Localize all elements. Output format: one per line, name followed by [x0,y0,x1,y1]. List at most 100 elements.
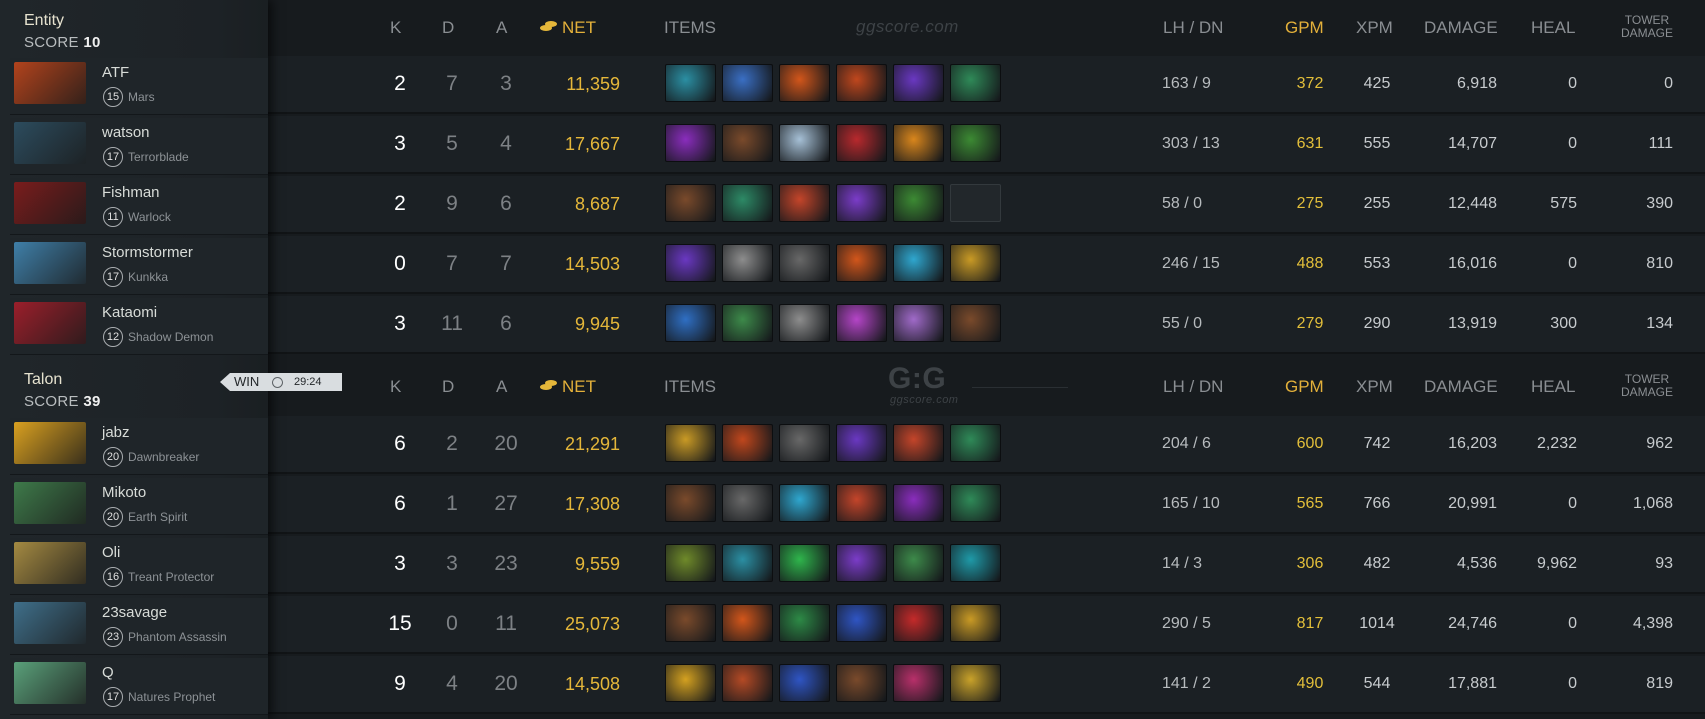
table-row[interactable]: 9 4 20 14,508 141 / 2 490 544 17,881 0 819 [268,656,1705,714]
item-slot[interactable] [893,604,944,642]
item-slot[interactable] [779,544,830,582]
item-slot[interactable] [950,244,1001,282]
item-slot[interactable] [836,664,887,702]
item-slot[interactable] [836,184,887,222]
item-slot[interactable] [722,544,773,582]
item-slot[interactable] [665,184,716,222]
item-slot[interactable] [893,424,944,462]
item-slot[interactable] [893,184,944,222]
item-slot[interactable] [665,64,716,102]
player-name: Oli [102,544,121,561]
item-slot[interactable] [893,544,944,582]
item-slot[interactable] [836,244,887,282]
empty-item-slot[interactable] [950,184,1001,222]
item-slot[interactable] [950,124,1001,162]
item-slot[interactable] [950,304,1001,342]
item-slot[interactable] [722,124,773,162]
player-card[interactable]: Q 17 Natures Prophet [10,658,268,715]
item-slot[interactable] [950,664,1001,702]
player-card[interactable]: Mikoto 20 Earth Spirit [10,478,268,535]
item-slot[interactable] [836,484,887,522]
table-row[interactable]: 3 3 23 9,559 14 / 3 306 482 4,536 9,962 93 [268,536,1705,594]
item-slot[interactable] [665,244,716,282]
hero-name: Kunkka [128,270,169,284]
player-card[interactable]: jabz 20 Dawnbreaker [10,418,268,475]
item-slot[interactable] [779,124,830,162]
last-hits-denies-value: 204 / 6 [1162,435,1211,452]
item-slot[interactable] [779,244,830,282]
item-slot[interactable] [722,184,773,222]
player-card[interactable]: Stormstormer 17 Kunkka [10,238,268,295]
xpm-value: 553 [1363,255,1391,272]
item-slot[interactable] [665,424,716,462]
item-slot[interactable] [722,424,773,462]
item-slot[interactable] [836,544,887,582]
item-slot[interactable] [722,304,773,342]
column-header-k: K [390,18,402,37]
item-slot[interactable] [950,424,1001,462]
tower-label-line2: DAMAGE [1620,26,1673,40]
table-row[interactable]: 3 11 6 9,945 55 / 0 279 290 13,919 300 134 [268,296,1705,354]
player-name: Mikoto [102,484,147,501]
table-row[interactable]: 15 0 11 25,073 290 / 5 817 1014 24,746 0 4,398 [268,596,1705,654]
table-row[interactable]: 6 1 27 17,308 165 / 10 565 766 20,991 0 1,068 [268,476,1705,534]
player-card[interactable]: 23savage 23 Phantom Assassin [10,598,268,655]
item-slot[interactable] [722,64,773,102]
item-slot[interactable] [893,64,944,102]
item-slot[interactable] [950,544,1001,582]
table-row[interactable]: 3 5 4 17,667 303 / 13 631 555 14,707 0 111 [268,116,1705,174]
hero-portrait [14,242,86,284]
player-card[interactable]: watson 17 Terrorblade [10,118,268,175]
player-level-badge: 17 [103,267,123,287]
item-slot[interactable] [950,604,1001,642]
item-slot[interactable] [779,604,830,642]
table-row[interactable]: 6 2 20 21,291 204 / 6 600 742 16,203 2,232 962 [268,416,1705,474]
deaths-value: 11 [441,312,463,335]
score-value: 39 [83,393,101,410]
item-slot[interactable] [722,604,773,642]
net-worth-value: 14,508 [564,674,620,694]
player-card[interactable]: ATF 15 Mars [10,58,268,115]
xpm-value: 766 [1363,495,1391,512]
item-slot[interactable] [893,484,944,522]
item-slot[interactable] [779,664,830,702]
player-card[interactable]: Oli 16 Treant Protector [10,538,268,595]
item-slot[interactable] [779,484,830,522]
item-slot[interactable] [779,64,830,102]
player-card[interactable]: Kataomi 12 Shadow Demon [10,298,268,355]
item-slot[interactable] [893,304,944,342]
gpm-value: 817 [1296,615,1324,632]
table-row[interactable]: 0 7 7 14,503 246 / 15 488 553 16,016 0 810 [268,236,1705,294]
table-row[interactable]: 2 9 6 8,687 58 / 0 275 255 12,448 575 390 [268,176,1705,234]
player-card[interactable]: Fishman 11 Warlock [10,178,268,235]
item-slot[interactable] [665,604,716,642]
item-slot[interactable] [893,124,944,162]
item-slot[interactable] [722,484,773,522]
item-slot[interactable] [665,304,716,342]
last-hits-denies-value: 163 / 9 [1162,75,1211,92]
item-slot[interactable] [665,124,716,162]
item-slot[interactable] [665,664,716,702]
table-row[interactable]: 2 7 3 11,359 163 / 9 372 425 6,918 0 0 [268,56,1705,114]
item-slot[interactable] [893,244,944,282]
item-slot[interactable] [836,64,887,102]
item-slot[interactable] [836,604,887,642]
item-slot[interactable] [665,484,716,522]
kills-value: 3 [394,312,406,335]
kills-value: 6 [394,492,406,515]
item-slot[interactable] [779,424,830,462]
column-header-damage: DAMAGE [1424,18,1498,37]
item-slot[interactable] [836,124,887,162]
item-slot[interactable] [950,64,1001,102]
item-slot[interactable] [836,304,887,342]
item-slot[interactable] [779,184,830,222]
hero-portrait [14,302,86,344]
item-slot[interactable] [779,304,830,342]
item-slot[interactable] [836,424,887,462]
item-slot[interactable] [893,664,944,702]
item-slot[interactable] [950,484,1001,522]
item-slot[interactable] [722,244,773,282]
item-slot[interactable] [722,664,773,702]
gpm-value: 275 [1296,195,1324,212]
item-slot[interactable] [665,544,716,582]
